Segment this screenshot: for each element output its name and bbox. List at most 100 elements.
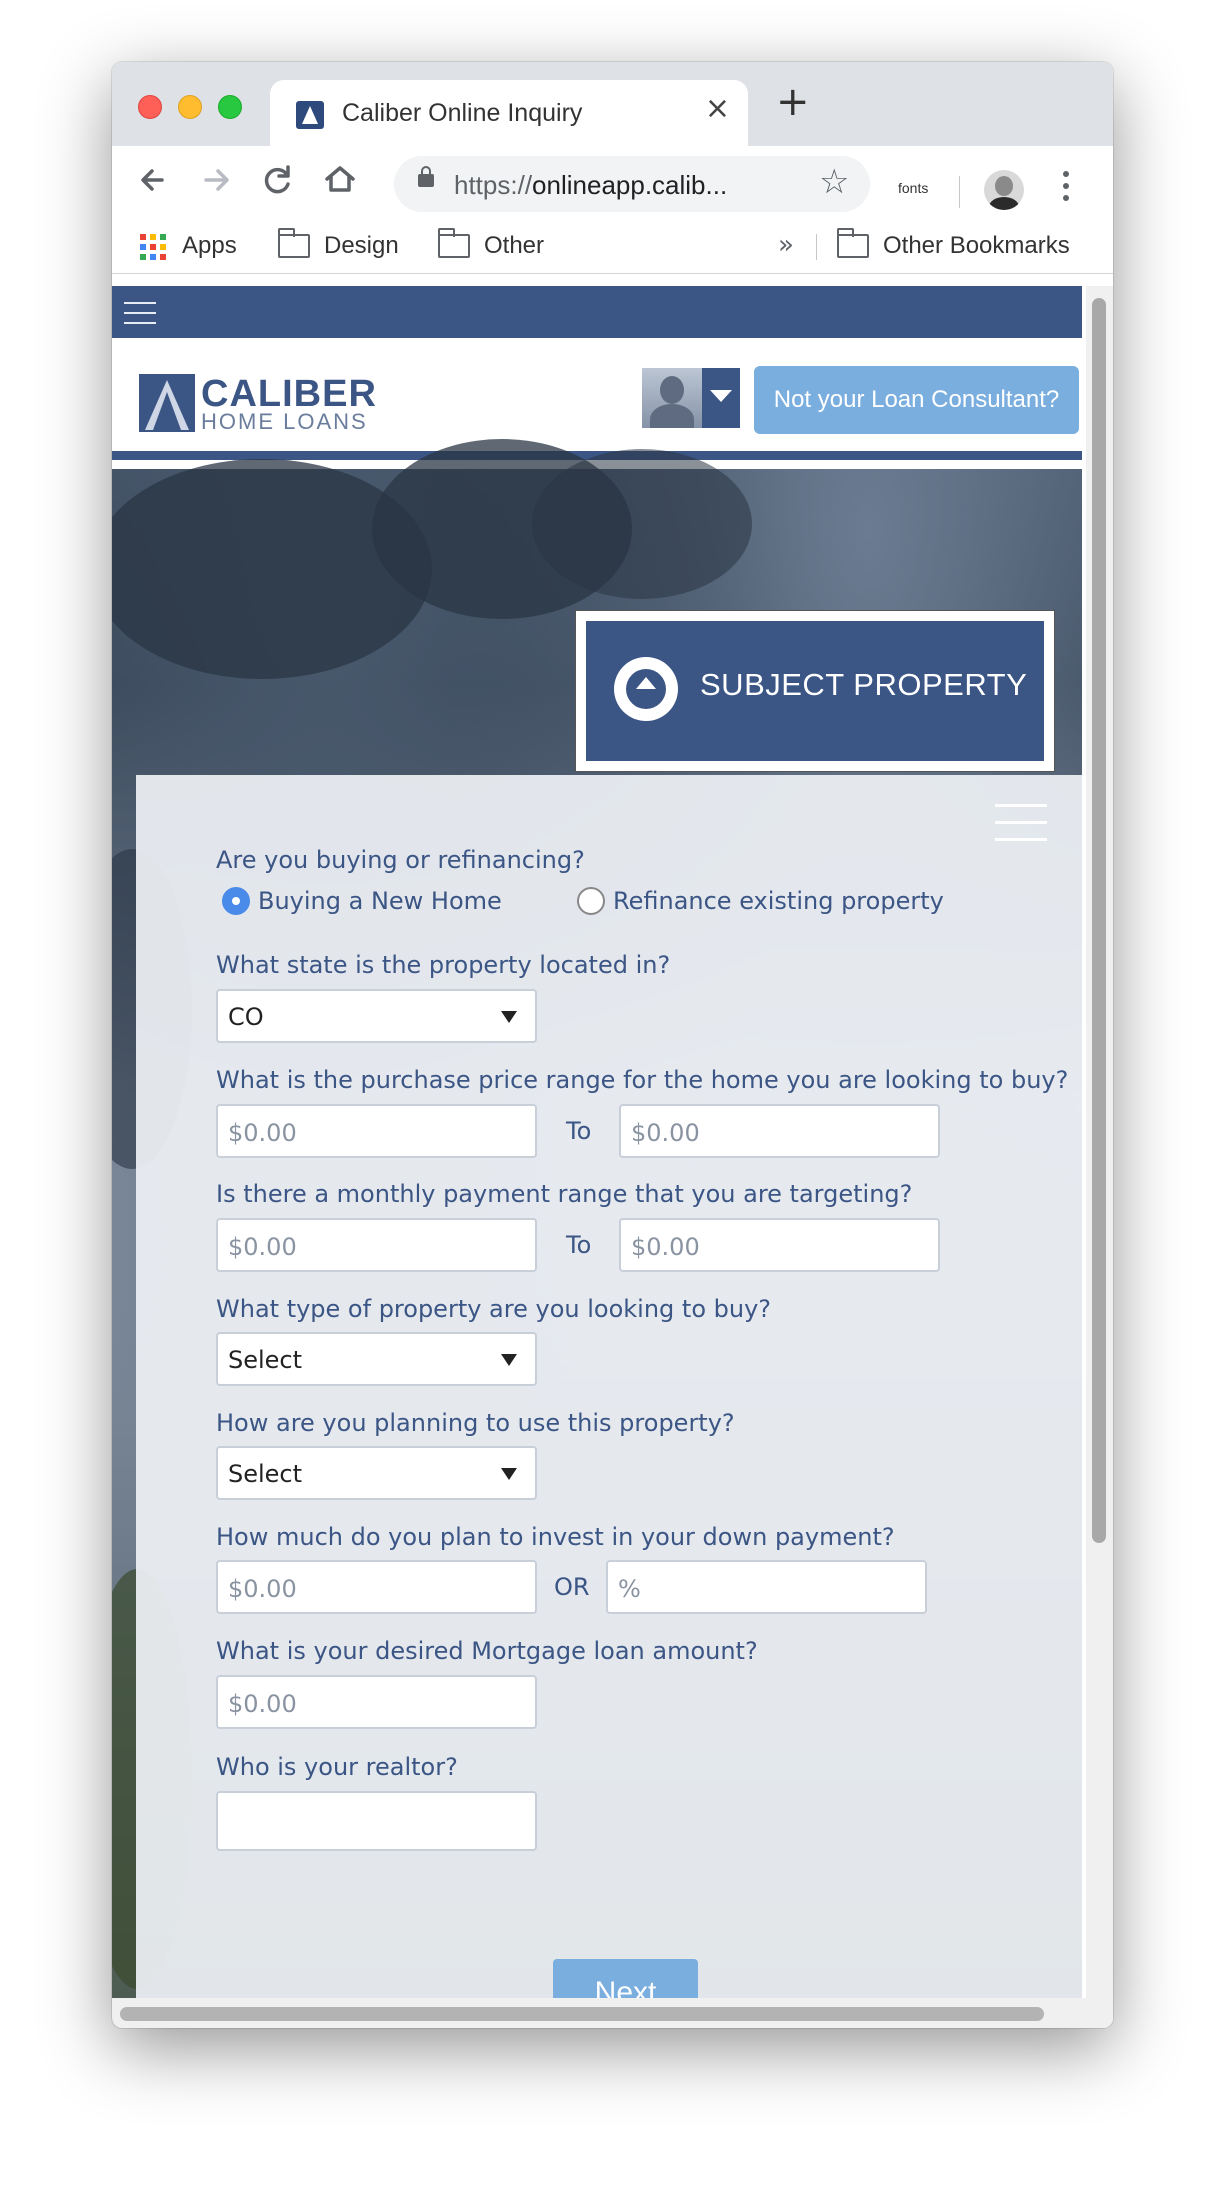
monthly-from-placeholder: $0.00 (228, 1233, 297, 1261)
url-text: https://onlineapp.calib... (454, 170, 728, 200)
state-select-value: CO (228, 1003, 264, 1031)
bookmark-other[interactable]: Other (438, 228, 544, 264)
monthly-range-separator: To (566, 1231, 592, 1259)
maximize-window-button[interactable] (218, 95, 242, 119)
apps-grid-icon (138, 232, 166, 260)
dropdown-caret-icon (501, 1354, 517, 1366)
tab-close-icon[interactable]: × (705, 94, 730, 124)
question-property-type: What type of property are you looking to… (216, 1295, 772, 1323)
reload-icon[interactable] (256, 158, 300, 202)
home-icon[interactable] (318, 158, 362, 202)
extension-fonts[interactable]: fonts (898, 180, 928, 196)
bookmark-star-icon[interactable]: ☆ (819, 160, 849, 204)
horizontal-scrollbar[interactable] (112, 1998, 1086, 2028)
question-loan-amount: What is your desired Mortgage loan amoun… (216, 1637, 758, 1665)
bookmark-apps[interactable]: Apps (138, 228, 237, 264)
radio-button[interactable] (577, 887, 605, 915)
bookmark-label: Design (324, 232, 399, 259)
monthly-from-input[interactable]: $0.00 (216, 1218, 537, 1272)
browser-window: Caliber Online Inquiry × + https://onlin… (112, 62, 1113, 2028)
chevron-down-icon[interactable] (702, 368, 740, 428)
loan-amount-input[interactable]: $0.00 (216, 1675, 537, 1729)
question-buying-refinancing: Are you buying or refinancing? (216, 846, 585, 874)
subject-property-card: SUBJECT PROPERTY (575, 610, 1055, 772)
price-range-separator: To (566, 1117, 592, 1145)
logo-name: CALIBER (201, 373, 377, 415)
toolbar-divider (959, 176, 960, 208)
down-payment-percent-input[interactable]: % (606, 1560, 927, 1614)
question-usage: How are you planning to use this propert… (216, 1409, 735, 1437)
property-type-select[interactable]: Select (216, 1332, 537, 1386)
tab-title: Caliber Online Inquiry (342, 99, 583, 127)
question-down-payment: How much do you plan to invest in your d… (216, 1523, 895, 1551)
site-top-bar (112, 286, 1082, 338)
loan-amount-placeholder: $0.00 (228, 1690, 297, 1718)
location-pin-icon (614, 657, 678, 721)
panel-menu-icon[interactable] (995, 804, 1047, 841)
question-realtor: Who is your realtor? (216, 1753, 458, 1781)
page-viewport: CALIBER HOME LOANS Not your Loan Consult… (112, 286, 1113, 2028)
price-from-input[interactable]: $0.00 (216, 1104, 537, 1158)
minimize-window-button[interactable] (178, 95, 202, 119)
section-title: SUBJECT PROPERTY (700, 667, 1028, 702)
close-window-button[interactable] (138, 95, 162, 119)
price-to-input[interactable]: $0.00 (619, 1104, 940, 1158)
realtor-input[interactable] (216, 1791, 537, 1851)
radio-buying-new-home[interactable]: Buying a New Home (222, 887, 502, 915)
address-bar[interactable]: https://onlineapp.calib... (394, 156, 870, 212)
radio-refinance-property[interactable]: Refinance existing property (577, 887, 944, 915)
bookmark-label: Apps (182, 232, 237, 259)
dropdown-caret-icon (501, 1011, 517, 1023)
bookmark-design[interactable]: Design (278, 228, 399, 264)
caliber-logo[interactable]: CALIBER HOME LOANS (139, 373, 379, 434)
down-percent-placeholder: % (618, 1575, 641, 1603)
bookmark-other-bookmarks[interactable]: Other Bookmarks (837, 228, 1070, 264)
folder-icon (837, 228, 869, 258)
kebab-menu-icon[interactable] (1062, 168, 1070, 212)
bookmarks-bar: Apps Design Other » Other Bookmarks (112, 218, 1113, 274)
state-select[interactable]: CO (216, 989, 537, 1043)
folder-icon (438, 228, 470, 258)
radio-label: Buying a New Home (258, 887, 502, 915)
lock-icon (418, 166, 434, 187)
monthly-to-placeholder: $0.00 (631, 1233, 700, 1261)
browser-toolbar: https://onlineapp.calib... ☆ fonts (112, 146, 1113, 218)
question-monthly-payment: Is there a monthly payment range that yo… (216, 1180, 913, 1208)
more-bookmarks-icon[interactable]: » (778, 230, 794, 260)
forward-icon[interactable] (194, 158, 238, 202)
dropdown-caret-icon (501, 1468, 517, 1480)
radio-button-selected[interactable] (222, 887, 250, 915)
logo-subtitle: HOME LOANS (201, 409, 368, 434)
folder-icon (278, 228, 310, 258)
subject-property-banner: SUBJECT PROPERTY (586, 621, 1044, 761)
back-icon[interactable] (132, 158, 176, 202)
bookmarks-divider (816, 234, 817, 260)
favicon-icon (296, 101, 324, 129)
down-payment-amount-input[interactable]: $0.00 (216, 1560, 537, 1614)
not-your-consultant-button[interactable]: Not your Loan Consultant? (754, 366, 1079, 434)
active-tab[interactable]: Caliber Online Inquiry × (270, 80, 748, 146)
usage-select[interactable]: Select (216, 1446, 537, 1500)
site-header: CALIBER HOME LOANS Not your Loan Consult… (112, 338, 1082, 460)
radio-label: Refinance existing property (613, 887, 944, 915)
down-amount-placeholder: $0.00 (228, 1575, 297, 1603)
property-type-value: Select (228, 1346, 303, 1374)
question-purchase-price: What is the purchase price range for the… (216, 1066, 1069, 1094)
bookmark-label: Other Bookmarks (883, 232, 1070, 259)
price-to-placeholder: $0.00 (631, 1119, 700, 1147)
vertical-scroll-thumb[interactable] (1092, 298, 1106, 1543)
question-state: What state is the property located in? (216, 951, 671, 979)
horizontal-scroll-thumb[interactable] (120, 2007, 1044, 2021)
tab-strip: Caliber Online Inquiry × + (112, 62, 1113, 146)
hamburger-menu-icon[interactable] (124, 302, 156, 324)
bookmark-label: Other (484, 232, 545, 259)
logo-mark-icon (139, 374, 195, 432)
price-from-placeholder: $0.00 (228, 1119, 297, 1147)
profile-avatar[interactable] (984, 170, 1024, 210)
down-payment-or: OR (554, 1573, 590, 1601)
loan-consultant-avatar[interactable] (642, 368, 702, 428)
monthly-to-input[interactable]: $0.00 (619, 1218, 940, 1272)
usage-value: Select (228, 1460, 303, 1488)
vertical-scrollbar[interactable] (1086, 286, 1113, 2028)
new-tab-button[interactable]: + (776, 82, 810, 122)
